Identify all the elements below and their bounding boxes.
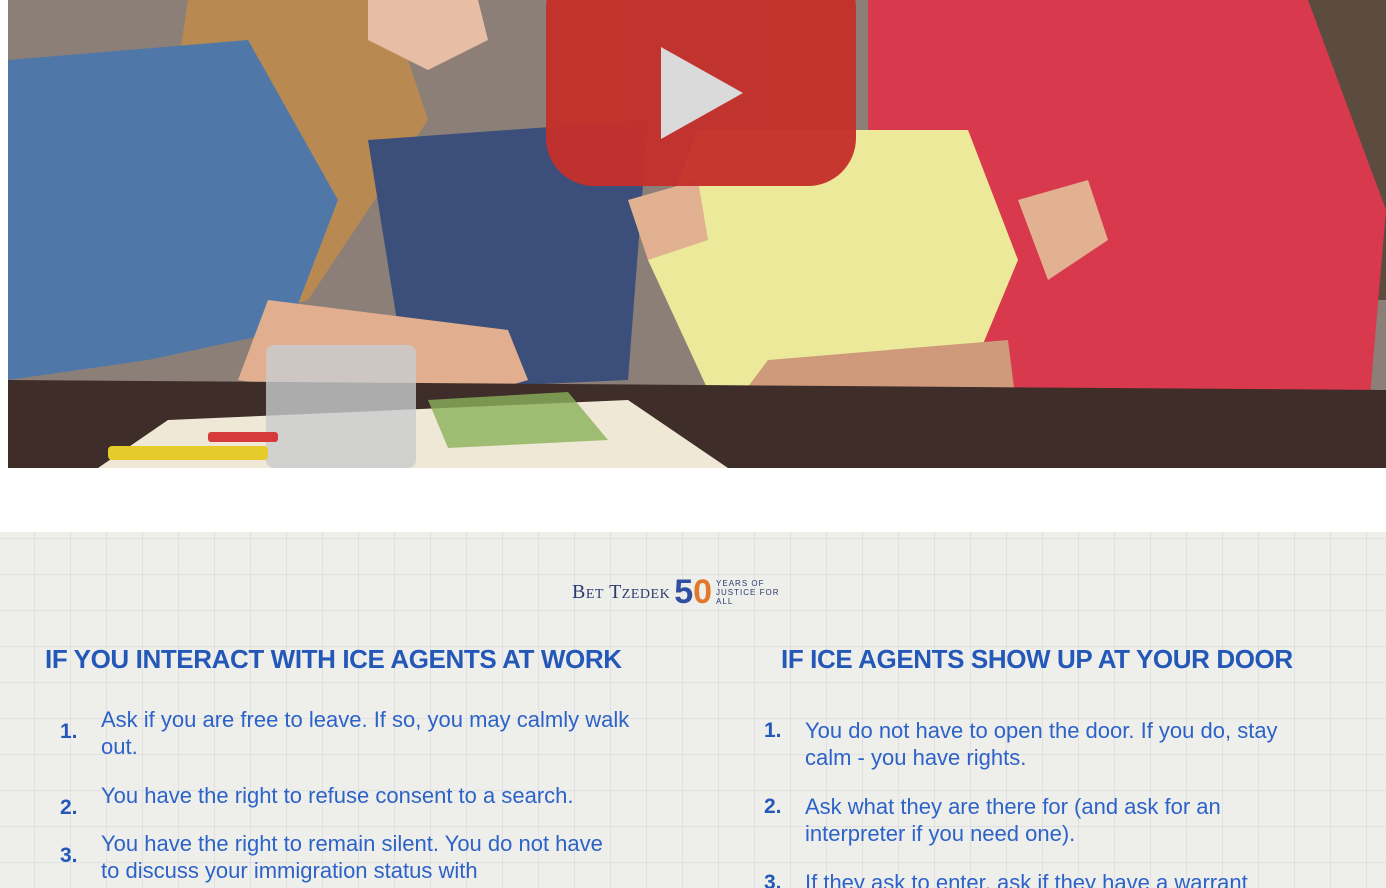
list-text: You have the right to refuse consent to … <box>101 783 574 808</box>
video-thumbnail[interactable] <box>8 0 1386 468</box>
logo-name: Bet Tzedek <box>572 580 671 603</box>
play-icon <box>661 47 743 139</box>
list-text: Ask what they are there for (and ask for… <box>805 794 1221 846</box>
list-text: You do not have to open the door. If you… <box>805 718 1278 770</box>
list-number: 1. <box>60 720 78 743</box>
list-number: 1. <box>764 719 782 742</box>
know-your-rights-flyer: Bet Tzedek 50 Years of Justice for All I… <box>0 532 1386 888</box>
list-text: You have the right to remain silent. You… <box>101 831 603 883</box>
list-text: If they ask to enter, ask if they have a… <box>805 870 1248 888</box>
bet-tzedek-logo: Bet Tzedek 50 Years of Justice for All <box>572 574 786 610</box>
list-text: Ask if you are free to leave. If so, you… <box>101 707 630 759</box>
door-section-title: IF ICE AGENTS SHOW UP AT YOUR DOOR <box>781 644 1293 674</box>
work-section-title: IF YOU INTERACT WITH ICE AGENTS AT WORK <box>45 644 622 674</box>
list-number: 2. <box>764 795 782 818</box>
list-number: 3. <box>764 871 782 888</box>
list-number: 3. <box>60 844 78 867</box>
play-button[interactable] <box>546 0 856 186</box>
logo-tagline: Years of Justice for All <box>716 578 780 606</box>
list-number: 2. <box>60 796 78 819</box>
logo-50: 50 <box>674 573 713 611</box>
